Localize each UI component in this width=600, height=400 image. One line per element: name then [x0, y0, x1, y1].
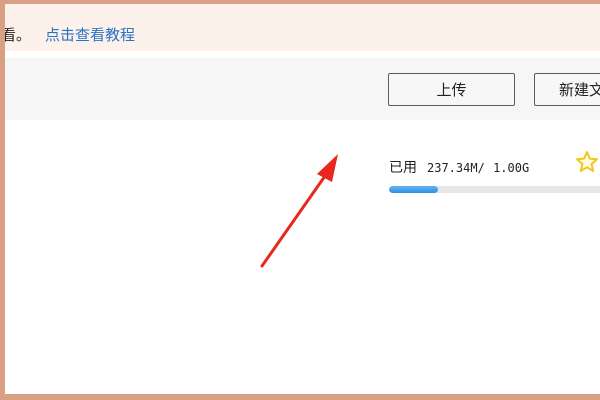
storage-used-label: 已用	[389, 160, 417, 176]
storage-usage: 已用 237.34M/ 1.00G	[389, 157, 529, 177]
tutorial-link[interactable]: 点击查看教程	[45, 24, 135, 45]
storage-used-amount: 237.34M/	[427, 161, 485, 175]
upload-button[interactable]: 上传	[388, 73, 515, 106]
storage-total-amount: 1.00G	[493, 161, 530, 175]
app-window: 看。 点击查看教程 上传 新建文 已用 237.34M/ 1.00G	[5, 4, 600, 394]
star-icon[interactable]	[575, 150, 599, 174]
toolbar: 上传 新建文	[5, 58, 600, 120]
new-folder-button[interactable]: 新建文	[534, 73, 600, 106]
storage-progress-fill	[389, 186, 438, 193]
storage-progress-bar	[389, 186, 600, 193]
notice-text: 看。	[5, 26, 32, 44]
notice-bar: 看。 点击查看教程	[5, 4, 600, 51]
